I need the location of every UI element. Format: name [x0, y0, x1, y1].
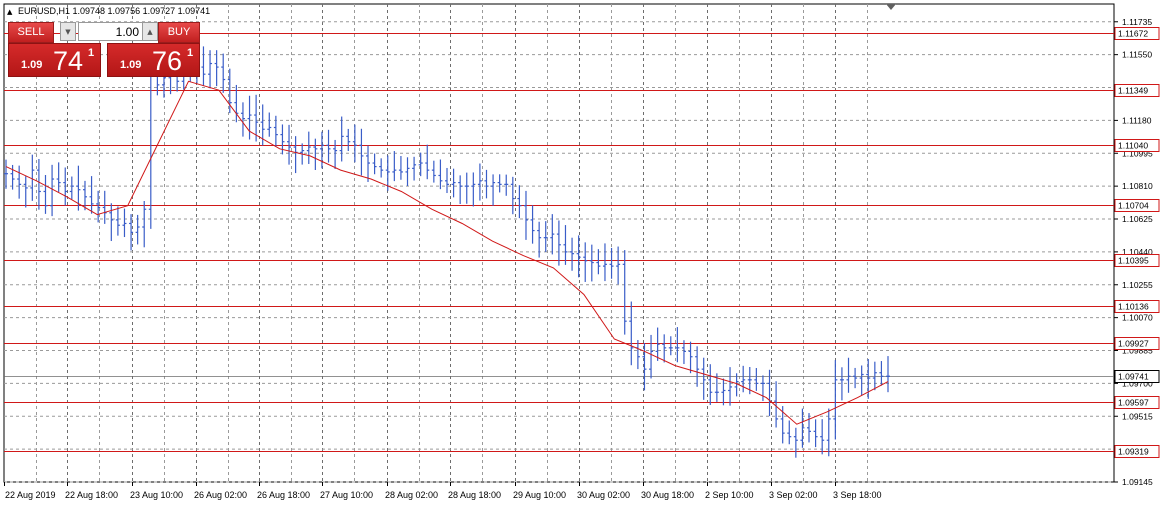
price-level-label: 1.10136: [1118, 302, 1149, 312]
price-level-label: 1.09597: [1118, 398, 1149, 408]
price-level-label: 1.09319: [1118, 447, 1149, 457]
buy-price-fraction: 1: [187, 47, 194, 59]
sell-price-fraction: 1: [88, 47, 95, 59]
price-level-label: 1.11349: [1118, 86, 1148, 96]
price-level-label: 1.11672: [1118, 29, 1148, 39]
y-tick-label: 1.10255: [1122, 280, 1153, 290]
chart-symbol-line: EURUSD,H1 1.09748 1.09756 1.09727 1.0974…: [18, 6, 210, 16]
x-tick-label: 30 Aug 18:00: [641, 490, 694, 500]
lot-increase-icon[interactable]: ▲: [142, 22, 158, 41]
current-price-label: 1.09741: [1118, 372, 1149, 382]
buy-price-button[interactable]: 1.09 76 1: [107, 43, 200, 77]
y-tick-label: 1.11180: [1122, 115, 1152, 125]
x-tick-label: 26 Aug 18:00: [257, 490, 310, 500]
y-tick-label: 1.10625: [1122, 214, 1153, 224]
buy-button[interactable]: BUY: [158, 22, 200, 43]
price-level-label: 1.10704: [1118, 201, 1149, 211]
buy-price-pips: 76: [152, 46, 183, 76]
lot-size-input[interactable]: [78, 22, 146, 41]
sell-button[interactable]: SELL: [8, 22, 54, 43]
x-tick-label: 26 Aug 02:00: [194, 490, 247, 500]
y-tick-label: 1.11735: [1122, 17, 1152, 27]
x-tick-label: 22 Aug 18:00: [65, 490, 118, 500]
lot-decrease-icon[interactable]: ▼: [60, 22, 76, 41]
x-tick-label: 3 Sep 18:00: [833, 490, 882, 500]
y-tick-label: 1.10070: [1122, 313, 1153, 323]
x-tick-label: 23 Aug 10:00: [130, 490, 183, 500]
x-tick-label: 2 Sep 10:00: [705, 490, 754, 500]
price-level-label: 1.09927: [1118, 339, 1149, 349]
y-tick-label: 1.11550: [1122, 50, 1152, 60]
x-tick-label: 22 Aug 2019: [5, 490, 56, 500]
collapse-toggle-icon[interactable]: ▲: [7, 8, 13, 16]
x-tick-label: 30 Aug 02:00: [577, 490, 630, 500]
x-tick-label: 28 Aug 02:00: [385, 490, 438, 500]
one-click-trading-panel: SELL ▼ ▲ BUY 1.09 74 1 1.09 76 1: [8, 22, 200, 78]
sell-price-button[interactable]: 1.09 74 1: [8, 43, 101, 77]
buy-price-prefix: 1.09: [120, 59, 142, 71]
sell-price-prefix: 1.09: [21, 59, 43, 71]
price-level-label: 1.11040: [1118, 141, 1148, 151]
y-tick-label: 1.09515: [1122, 411, 1153, 421]
x-tick-label: 27 Aug 10:00: [320, 490, 373, 500]
x-tick-label: 3 Sep 02:00: [769, 490, 818, 500]
x-tick-label: 29 Aug 10:00: [513, 490, 566, 500]
y-tick-label: 1.09145: [1122, 477, 1153, 487]
y-tick-label: 1.10810: [1122, 181, 1153, 191]
price-level-label: 1.10395: [1118, 256, 1149, 266]
x-tick-label: 28 Aug 18:00: [448, 490, 501, 500]
sell-price-pips: 74: [53, 46, 84, 76]
